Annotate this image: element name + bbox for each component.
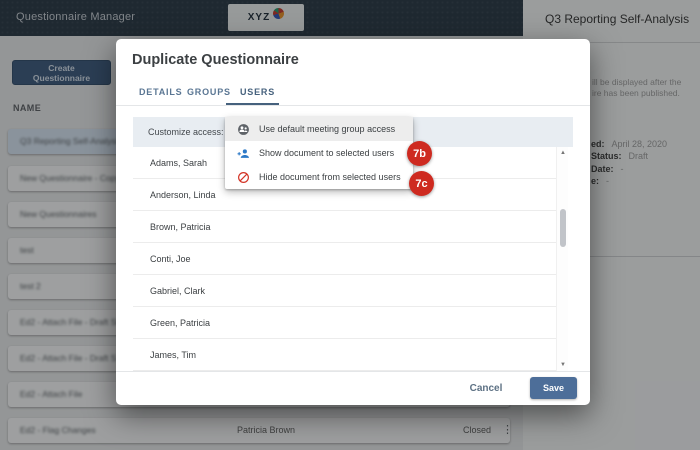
group-access-icon — [237, 123, 250, 136]
person-add-icon — [237, 147, 250, 160]
access-dropdown-menu: Use default meeting group access Show do… — [225, 117, 413, 189]
menu-item-show-document[interactable]: Show document to selected users — [225, 141, 413, 165]
annotation-badge-7c: 7c — [409, 171, 434, 196]
block-icon — [237, 171, 250, 184]
duplicate-questionnaire-dialog: Duplicate Questionnaire DETAILS GROUPS U… — [116, 39, 590, 405]
scrollbar-up-icon[interactable]: ▲ — [557, 150, 569, 156]
customize-access-label: Customize access: — [148, 117, 224, 147]
tab-users[interactable]: USERS — [240, 87, 275, 97]
menu-item-hide-document[interactable]: Hide document from selected users — [225, 165, 413, 189]
user-row[interactable]: Conti, Joe — [133, 243, 556, 275]
menu-item-label: Use default meeting group access — [259, 124, 395, 134]
user-row[interactable]: James, Tim — [133, 339, 556, 371]
user-list-scrollbar[interactable]: ▲ ▼ — [556, 147, 568, 371]
menu-item-label: Hide document from selected users — [259, 172, 401, 182]
tab-details[interactable]: DETAILS — [139, 87, 182, 97]
dialog-title: Duplicate Questionnaire — [132, 52, 299, 68]
screen: Questionnaire Manager XYZ Create Questio… — [0, 0, 700, 450]
footer-divider — [116, 371, 590, 372]
menu-item-default-access[interactable]: Use default meeting group access — [225, 117, 413, 141]
scrollbar-down-icon[interactable]: ▼ — [557, 362, 569, 368]
user-row[interactable]: Gabriel, Clark — [133, 275, 556, 307]
annotation-badge-7b: 7b — [407, 141, 432, 166]
scrollbar-thumb[interactable] — [560, 209, 566, 247]
user-row[interactable]: Green, Patricia — [133, 307, 556, 339]
tab-groups[interactable]: GROUPS — [187, 87, 231, 97]
menu-item-label: Show document to selected users — [259, 148, 394, 158]
cancel-button[interactable]: Cancel — [462, 377, 510, 399]
save-button[interactable]: Save — [530, 377, 577, 399]
tabs-divider — [116, 105, 590, 106]
user-row[interactable]: Brown, Patricia — [133, 211, 556, 243]
